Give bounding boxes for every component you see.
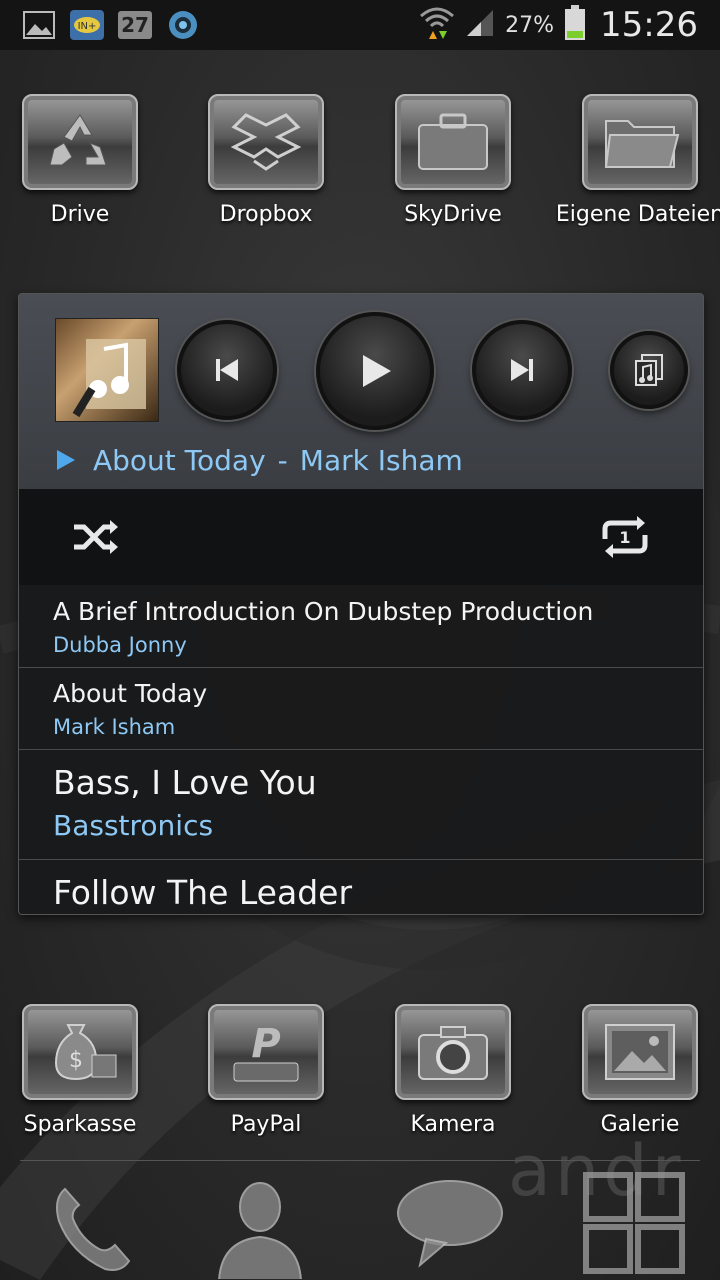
dropbox-icon — [208, 94, 324, 190]
track-artist: Mark Isham — [53, 715, 176, 739]
app-row-bottom: $ Sparkasse P PayPal Kamera Galerie — [0, 1004, 720, 1154]
svg-text:$: $ — [69, 1048, 83, 1073]
playback-mode-bar: 1 — [19, 489, 703, 585]
home-screen: andr IN+ 27 27% 15:26 Drive Dropbox SkyD… — [0, 0, 720, 1280]
app-dropbox[interactable]: Dropbox — [180, 94, 352, 227]
wifi-icon — [419, 6, 455, 44]
phone-icon — [56, 1187, 131, 1271]
rss-feed-icon: IN+ — [70, 9, 104, 41]
dock — [0, 1160, 720, 1280]
money-bag-icon: $ — [22, 1004, 138, 1100]
list-item[interactable]: About Today Mark Isham — [19, 667, 703, 750]
app-row-top: Drive Dropbox SkyDrive Eigene Dateien — [0, 94, 720, 244]
app-kamera[interactable]: Kamera — [367, 1004, 539, 1137]
next-icon — [511, 359, 533, 381]
signal-icon — [465, 8, 495, 42]
music-widget: About Today - Mark Isham 1 A Brief Intro… — [18, 293, 704, 915]
battery-percent: 27% — [505, 12, 555, 38]
play-button[interactable] — [316, 312, 434, 430]
status-bar: IN+ 27 27% 15:26 — [0, 0, 720, 50]
camera-icon — [395, 1004, 511, 1100]
now-playing-arrow-icon — [57, 450, 75, 470]
svg-text:IN+: IN+ — [78, 21, 97, 32]
player-controls-panel: About Today - Mark Isham — [19, 294, 703, 489]
gallery-icon — [582, 1004, 698, 1100]
playlist-button[interactable] — [610, 331, 688, 409]
playlist: A Brief Introduction On Dubstep Producti… — [19, 585, 703, 914]
track-title: A Brief Introduction On Dubstep Producti… — [53, 597, 594, 626]
app-label: Kamera — [410, 1112, 496, 1137]
app-label: Drive — [50, 202, 110, 227]
messages-icon — [397, 1180, 503, 1268]
playlist-icon — [635, 354, 663, 386]
album-art[interactable] — [55, 318, 159, 422]
repeat-one-icon: 1 — [602, 516, 648, 558]
folder-icon — [582, 94, 698, 190]
app-sparkasse[interactable]: $ Sparkasse — [0, 1004, 166, 1137]
app-label: Sparkasse — [23, 1112, 137, 1137]
calendar-day: 27 — [118, 11, 152, 39]
app-galerie[interactable]: Galerie — [554, 1004, 720, 1137]
svg-text:1: 1 — [619, 528, 630, 547]
camera-eye-icon — [166, 9, 200, 41]
phone-button[interactable] — [20, 1168, 160, 1280]
list-item[interactable]: Bass, I Love You Basstronics — [19, 749, 703, 860]
notification-icons: IN+ 27 — [0, 9, 200, 41]
now-playing-title: About Today — [93, 443, 266, 477]
app-label: SkyDrive — [404, 202, 502, 227]
dock-divider — [20, 1160, 700, 1161]
now-playing[interactable]: About Today - Mark Isham — [55, 440, 463, 480]
clock: 15:26 — [600, 5, 698, 45]
app-drawer-icon — [583, 1172, 685, 1274]
system-status: 27% 15:26 — [419, 0, 698, 50]
list-item[interactable]: A Brief Introduction On Dubstep Producti… — [19, 585, 703, 668]
track-artist: Dubba Jonny — [53, 633, 187, 657]
track-title: Bass, I Love You — [53, 763, 317, 802]
previous-button[interactable] — [177, 320, 277, 420]
app-drawer-button[interactable] — [562, 1168, 702, 1280]
briefcase-icon — [395, 94, 511, 190]
battery-icon — [564, 5, 586, 45]
repeat-one-button[interactable]: 1 — [597, 509, 653, 565]
paypal-icon: P — [208, 1004, 324, 1100]
app-drive[interactable]: Drive — [0, 94, 166, 227]
contacts-icon — [218, 1182, 302, 1279]
shuffle-button[interactable] — [67, 509, 123, 565]
now-playing-artist: Mark Isham — [299, 443, 463, 477]
picture-icon — [22, 9, 56, 41]
messages-button[interactable] — [380, 1168, 520, 1280]
contacts-button[interactable] — [190, 1168, 330, 1280]
app-label: Galerie — [600, 1112, 680, 1137]
calendar-icon: 27 — [118, 9, 152, 41]
app-eigene-dateien[interactable]: Eigene Dateien — [554, 94, 720, 227]
shuffle-icon — [74, 520, 118, 554]
track-title: Follow The Leader — [53, 873, 353, 912]
svg-text:P: P — [251, 1021, 280, 1067]
app-label: Eigene Dateien — [555, 202, 720, 227]
now-playing-separator: - — [277, 443, 288, 477]
track-artist: Basstronics — [53, 809, 214, 842]
app-label: Dropbox — [219, 202, 313, 227]
previous-icon — [216, 359, 238, 381]
app-label: PayPal — [230, 1112, 302, 1137]
app-skydrive[interactable]: SkyDrive — [367, 94, 539, 227]
play-icon — [363, 355, 391, 387]
next-button[interactable] — [472, 320, 572, 420]
track-title: About Today — [53, 679, 208, 708]
app-paypal[interactable]: P PayPal — [180, 1004, 352, 1137]
recycle-icon — [22, 94, 138, 190]
list-item[interactable]: Follow The Leader — [19, 859, 703, 914]
